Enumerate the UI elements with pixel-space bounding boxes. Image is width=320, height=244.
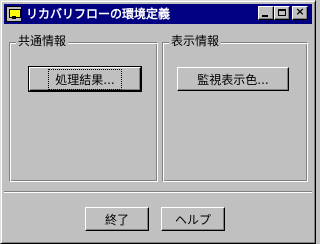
display-info-label: 表示情報: [169, 34, 222, 48]
maximize-button[interactable]: [274, 6, 290, 20]
help-button[interactable]: ヘルプ: [161, 207, 225, 231]
close-icon: ×: [295, 5, 305, 18]
common-info-group: 共通情報: [9, 34, 158, 182]
exit-button-label: 終了: [104, 212, 129, 227]
title-bar[interactable]: リカバリフローの環境定義 ×: [4, 4, 312, 24]
display-info-group: 表示情報: [162, 34, 308, 182]
minimize-icon: [262, 15, 268, 17]
common-info-label: 共通情報: [16, 34, 69, 48]
app-icon[interactable]: [6, 6, 22, 22]
window-title: リカバリフローの環境定義: [26, 7, 171, 21]
monitor-display-color-button[interactable]: 監視表示色...: [177, 67, 289, 91]
process-result-button[interactable]: 処理結果...: [28, 66, 142, 92]
help-button-label: ヘルプ: [174, 212, 211, 227]
exit-button[interactable]: 終了: [85, 207, 149, 231]
maximize-icon: [278, 9, 286, 16]
monitor-display-color-button-label: 監視表示色...: [197, 72, 269, 87]
process-result-button-label: 処理結果...: [48, 68, 122, 90]
dialog-window: リカバリフローの環境定義 × 共通情報 処理結果... 表示情報 監視表示色..…: [0, 0, 316, 244]
minimize-button[interactable]: [258, 6, 274, 20]
close-button[interactable]: ×: [292, 5, 308, 20]
footer-separator: [4, 191, 312, 193]
